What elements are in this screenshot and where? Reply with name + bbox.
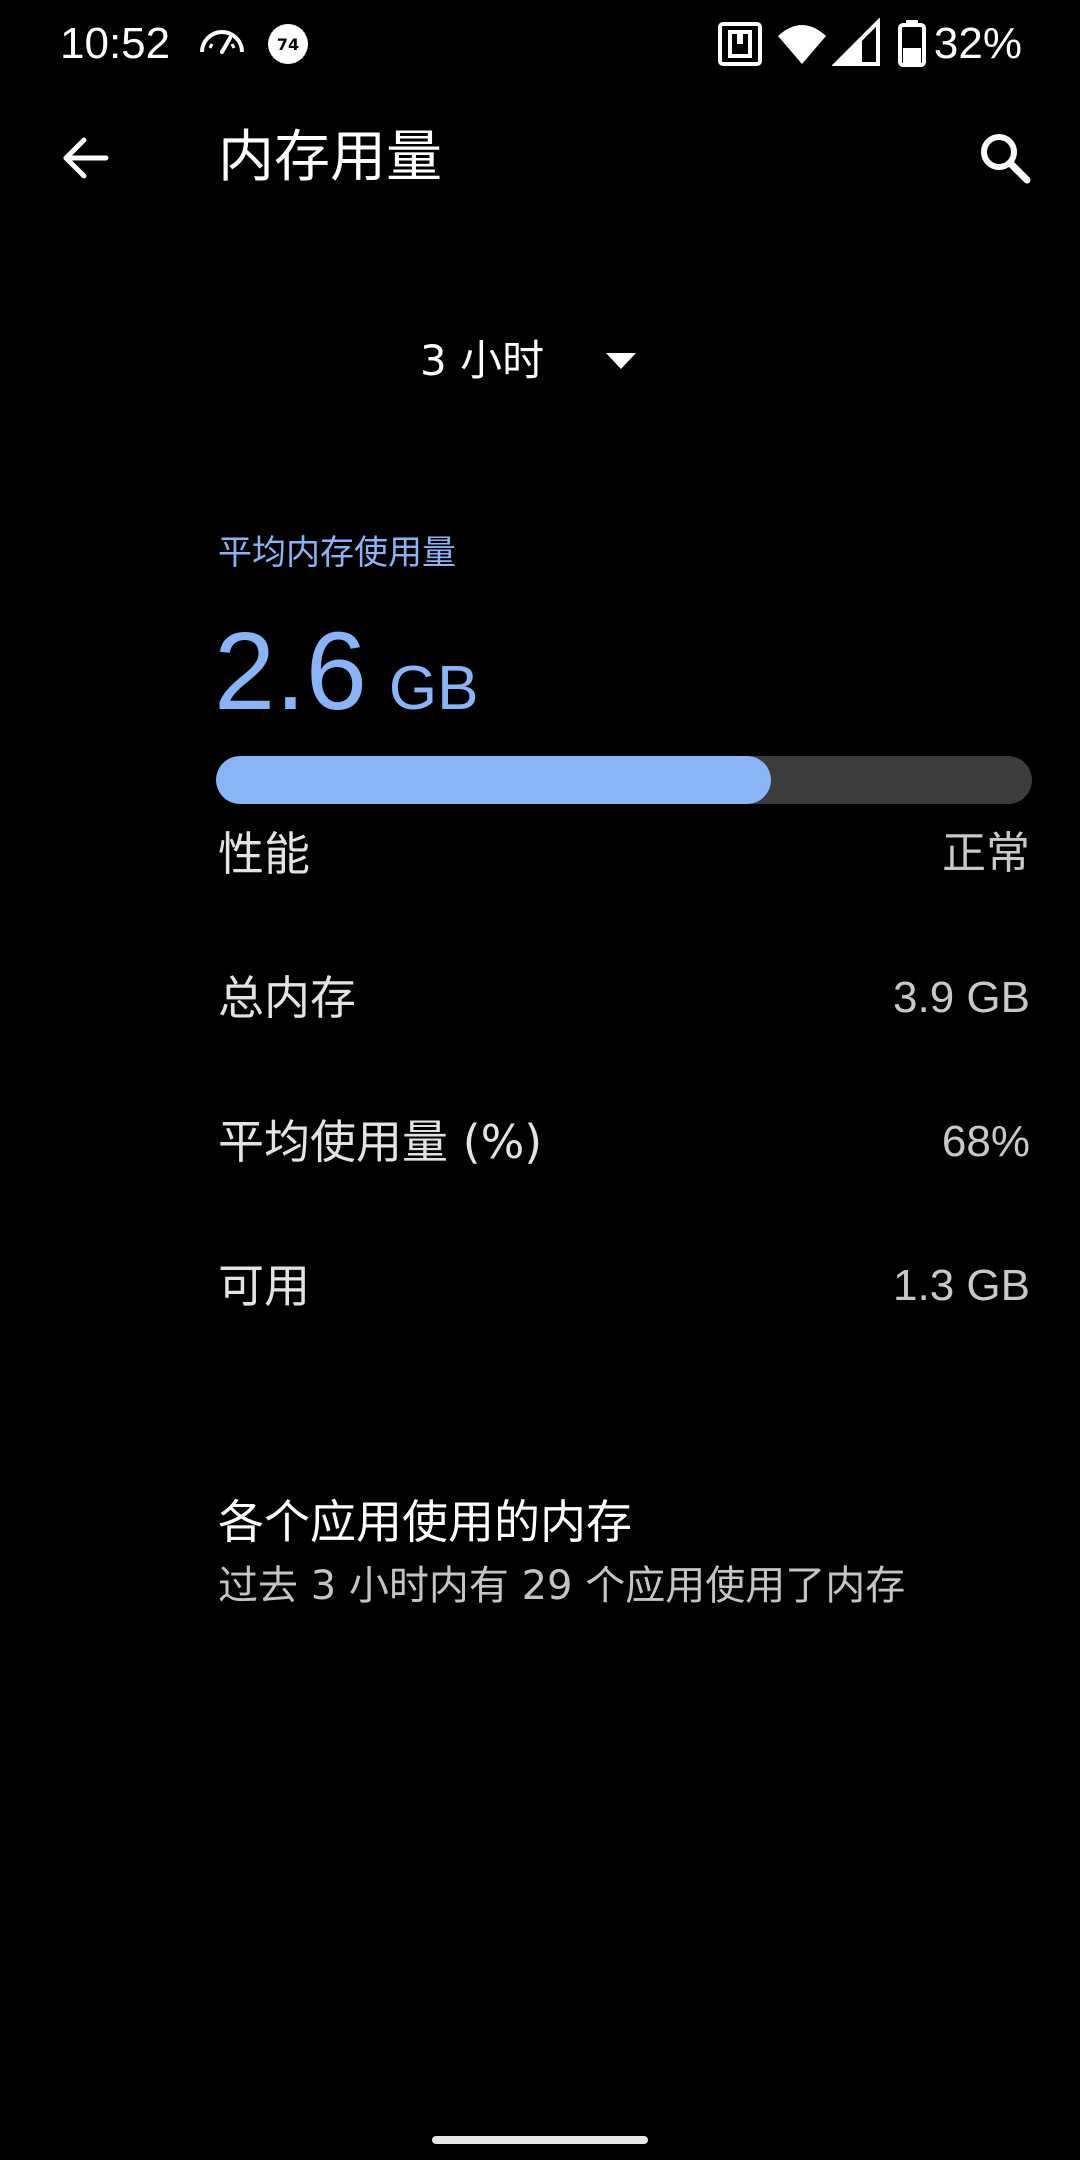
average-usage-label: 平均使用量 (%) — [218, 1115, 543, 1169]
page-title: 内存用量 — [218, 125, 442, 190]
memory-by-apps-summary: 过去 3 小时内有 29 个应用使用了内存 — [218, 1563, 906, 1609]
memory-usage-bar — [216, 756, 1032, 804]
search-icon — [981, 134, 1031, 184]
search-button[interactable] — [960, 118, 1050, 198]
total-memory-value: 3.9 GB — [893, 973, 1030, 1022]
total-memory-label: 总内存 — [218, 971, 356, 1025]
memory-by-apps-title: 各个应用使用的内存 — [218, 1495, 632, 1549]
available-value: 1.3 GB — [893, 1261, 1030, 1310]
time-range-label: 3 小时 — [420, 336, 545, 385]
average-usage-value: 68% — [941, 1117, 1030, 1166]
performance-value: 正常 — [942, 829, 1030, 878]
nfc-icon — [714, 18, 766, 70]
notification-badge-icon: 74 — [262, 18, 314, 70]
wifi-icon — [776, 18, 828, 70]
average-memory-unit: GB — [388, 654, 479, 723]
average-memory-label: 平均内存使用量 — [218, 533, 456, 573]
average-memory-value: 2.6 GB — [214, 612, 479, 765]
speedometer-icon — [196, 18, 248, 70]
battery-icon — [886, 18, 938, 70]
gesture-navigation-handle[interactable] — [432, 2136, 648, 2144]
available-label: 可用 — [218, 1259, 310, 1313]
performance-label: 性能 — [218, 827, 310, 881]
arrow-back-icon — [63, 137, 109, 179]
battery-percent: 32% — [933, 19, 1022, 68]
time-range-dropdown[interactable]: 3 小时 — [420, 326, 680, 396]
memory-usage-bar-fill — [216, 756, 771, 804]
cellular-signal-icon — [831, 17, 884, 70]
back-button[interactable] — [40, 118, 130, 198]
badge-number: 74 — [277, 35, 299, 54]
memory-by-apps-item[interactable]: 各个应用使用的内存 过去 3 小时内有 29 个应用使用了内存 — [200, 1480, 1060, 1640]
status-time: 10:52 — [60, 19, 171, 68]
average-memory-number: 2.6 — [214, 610, 367, 733]
dropdown-arrow-icon — [606, 353, 637, 369]
